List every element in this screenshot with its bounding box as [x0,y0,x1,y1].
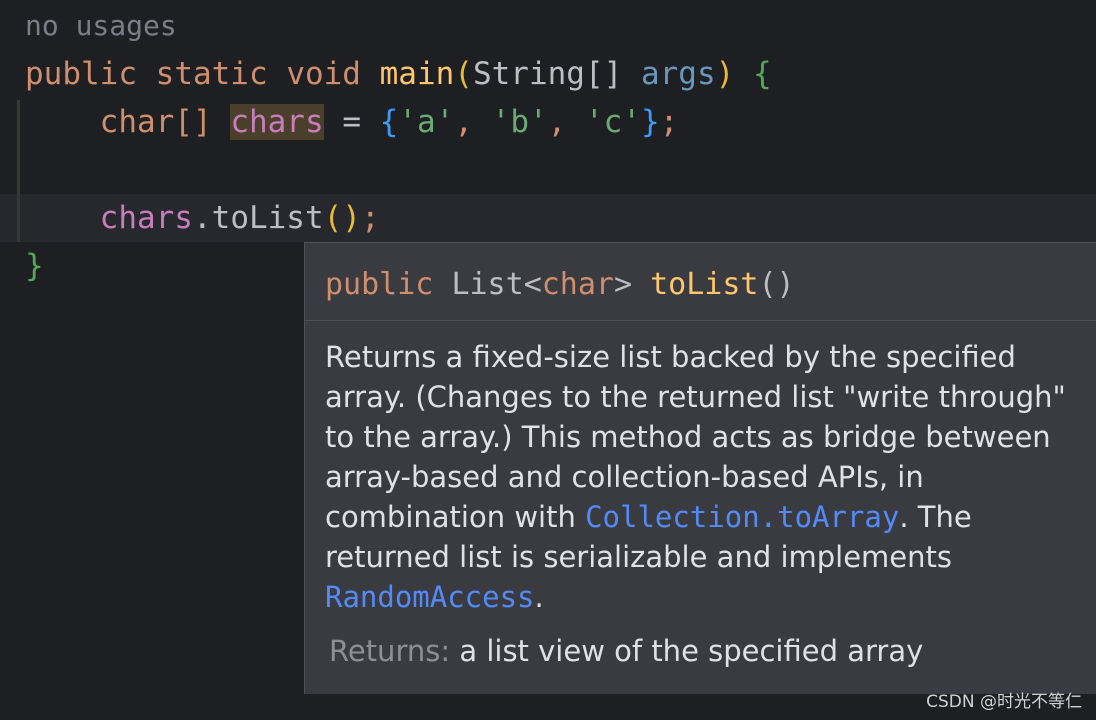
link-randomaccess[interactable]: RandomAccess [325,580,535,614]
doc-returns-text: a list view of the specified array [459,634,924,668]
doc-parens: () [758,267,795,302]
brace-close: } [25,248,44,284]
link-collection-toarray[interactable]: Collection.toArray [585,500,899,534]
doc-description: Returns a fixed-size list backed by the … [325,337,1085,617]
comma: , [547,104,567,140]
doc-method-name: toList [650,267,759,302]
scope-indent-guide [17,100,20,242]
usages-hint[interactable]: no usages [25,4,177,48]
comma: , [454,104,473,140]
code-line-closing-brace[interactable]: } [25,242,44,290]
type-char-array: char[] [99,104,212,140]
semicolon: ; [659,104,679,140]
paren-open: ( [454,56,473,92]
doc-return-type[interactable]: List [451,267,523,302]
variable-chars[interactable]: chars [100,200,193,236]
keyword-static: static [155,56,268,92]
param-type[interactable]: String[] [473,56,622,92]
code-line-main-signature[interactable]: public static void main(String[] args) { [25,50,772,98]
call-parens: () [323,200,361,236]
doc-signature: public List<char> toList() [325,263,795,307]
dot: . [192,200,212,236]
char-literal-a: 'a' [398,104,455,140]
char-literal-c: 'c' [585,104,642,140]
code-line-chars-decl[interactable]: char[] chars = {'a', 'b', 'c'}; [25,98,678,146]
doc-signature-header: public List<char> toList() [305,243,1096,321]
doc-keyword-public: public [325,267,434,302]
semicolon: ; [360,200,380,236]
brace-open: { [752,56,772,92]
method-name-main[interactable]: main [380,56,455,92]
doc-generic-type: char [541,267,614,302]
array-brace-close: } [641,104,660,140]
watermark: CSDN @时光不等仁 [926,692,1082,712]
doc-gt: > [614,267,633,302]
doc-text-3: . [534,580,544,614]
code-line-tolist-call[interactable]: chars.toList(); [25,194,380,242]
quick-documentation-popup[interactable]: public List<char> toList() Returns a fix… [304,242,1096,694]
keyword-public: public [25,56,137,92]
method-call-tolist[interactable]: toList [212,200,324,236]
keyword-void: void [286,56,361,92]
param-args[interactable]: args [641,56,716,92]
assign-operator: = [342,104,361,140]
variable-chars-highlighted[interactable]: chars [230,104,324,140]
array-brace-open: { [379,104,399,140]
doc-returns-label: Returns: [329,634,451,668]
char-literal-b: 'b' [491,104,548,140]
doc-returns: Returns: a list view of the specified ar… [329,631,923,671]
paren-close: ) [715,56,735,92]
doc-lt: < [523,267,542,302]
